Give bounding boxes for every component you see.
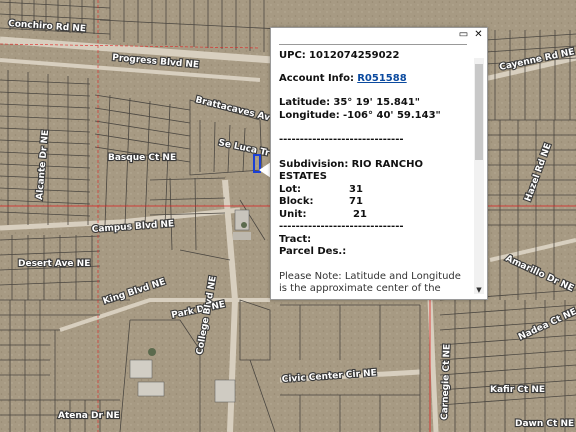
lot-value: 31 [349,183,363,195]
unit-label: Unit: [279,208,307,220]
tract-label: Tract: [279,233,312,245]
maximize-icon[interactable]: ▭ [458,29,469,40]
block-label: Block: [279,196,314,207]
subdivision-value: RIO RANCHO [351,158,423,170]
divider-2: ------------------------------ [279,221,404,232]
scrollbar-thumb[interactable] [475,64,483,160]
popup-header-divider [279,44,467,45]
unit-value: 21 [353,208,367,220]
subdivision-label: Subdivision: [279,158,349,170]
popup-titlebar: ▭ ✕ [271,28,487,42]
account-label: Account Info: [279,72,355,84]
location-note: Please Note: Latitude and Longitude is t… [279,270,461,297]
close-icon[interactable]: ✕ [473,29,484,40]
parcel-des-label: Parcel Des.: [279,246,347,257]
street-label-kafir: Kafir Ct NE [490,385,545,395]
street-label-desert: Desert Ave NE [18,259,90,269]
block-value: 71 [349,196,363,207]
street-label-dawn: Dawn Ct NE [515,419,574,429]
longitude-value: -106° 40' 59.143" [342,109,441,121]
longitude-label: Longitude: [279,109,340,121]
parcel-info-popup: ▭ ✕ UPC: 1012074259022 Account Info: R05… [270,27,488,300]
latitude-label: Latitude: [279,97,331,108]
popup-scrollbar[interactable]: ▼ [474,58,484,294]
street-label-basque: Basque Ct NE [108,153,176,163]
popup-content: UPC: 1012074259022 Account Info: R051588… [279,50,467,296]
account-link[interactable]: R051588 [357,73,406,84]
scroll-down-icon[interactable]: ▼ [474,286,484,294]
upc-value: 1012074259022 [308,50,400,61]
street-label-atena: Atena Dr NE [58,411,120,421]
latitude-value: 35° 19' 15.841" [333,97,421,108]
divider-1: ------------------------------ [279,134,404,145]
upc-label: UPC: [279,50,306,61]
subdivision-value-2: ESTATES [279,171,327,182]
lot-label: Lot: [279,183,302,195]
